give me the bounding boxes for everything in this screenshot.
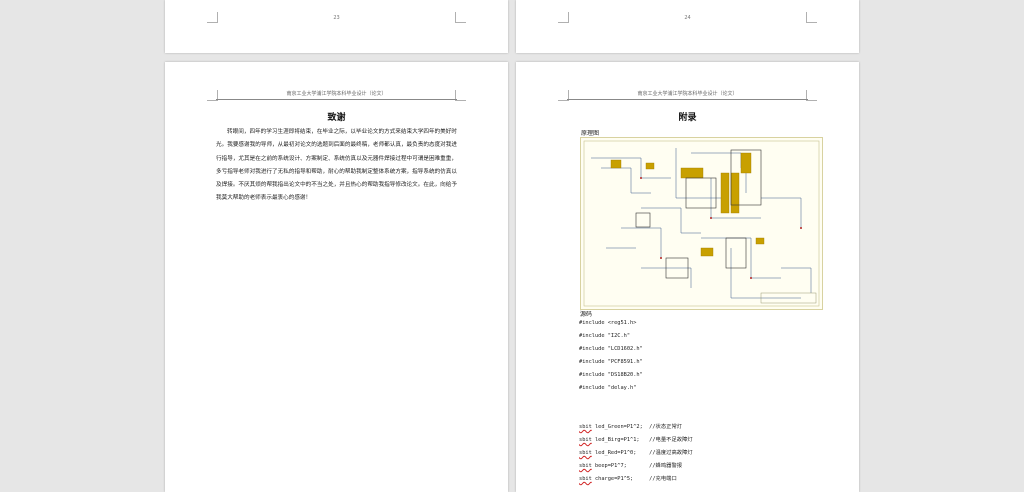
page-appendix: 南京工业大学浦江学院本科毕业设计（论文） 附录 原理图 源码 #include … [516, 62, 859, 492]
ack-paragraph: 转眼间，四年的学习生涯即将结束，在毕业之际，以毕业论文的方式来结束大学四年的美好… [216, 129, 457, 202]
sbit-line: sbit led_Red=P1^0; //温度过高故障灯 [579, 450, 693, 456]
sbit-keyword: sbit [579, 476, 592, 482]
sbit-line: sbit beep=P1^7; //蜂鸣器警报 [579, 463, 683, 469]
sbit-line: sbit led_Green=P1^2; //状态正常灯 [579, 424, 683, 430]
page-acknowledgement: 南京工业大学浦江学院本科毕业设计（论文） 致谢 转眼间，四年的学习生涯即将结束，… [165, 62, 508, 492]
running-header: 南京工业大学浦江学院本科毕业设计（论文） [286, 91, 387, 97]
schematic-label: 原理图 [581, 130, 600, 137]
schematic-image [580, 137, 823, 310]
circuit-schematic-icon [583, 140, 820, 307]
sbit-line: sbit led_Birg=P1^1; //电量不足故障灯 [579, 437, 693, 443]
appendix-heading: 附录 [678, 113, 697, 123]
page-number: 24 [684, 15, 691, 21]
sbit-keyword: sbit [579, 437, 592, 443]
header-rule [216, 99, 457, 100]
include-line: #include <reg51.h> [579, 320, 637, 326]
ack-body: 转眼间，四年的学习生涯即将结束，在毕业之际，以毕业论文的方式来结束大学四年的美好… [216, 126, 457, 206]
sbit-line: sbit charge=P1^5; //充电端口 [579, 476, 677, 482]
page-24: 24 [516, 0, 859, 53]
header-rule [567, 99, 808, 100]
ack-heading: 致谢 [327, 113, 346, 123]
page-23: 23 [165, 0, 508, 53]
include-line: #include "LCD1602.h" [579, 346, 643, 352]
page-number: 23 [333, 15, 340, 21]
include-line: #include "DS18B20.h" [579, 372, 643, 378]
source-label: 源码 [580, 311, 593, 318]
include-line: #include "delay.h" [579, 385, 637, 391]
sbit-keyword: sbit [579, 424, 592, 430]
running-header: 南京工业大学浦江学院本科毕业设计（论文） [637, 91, 738, 97]
sbit-keyword: sbit [579, 450, 592, 456]
sbit-keyword: sbit [579, 463, 592, 469]
include-line: #include "PCF8591.h" [579, 359, 643, 365]
include-line: #include "I2C.h" [579, 333, 631, 339]
